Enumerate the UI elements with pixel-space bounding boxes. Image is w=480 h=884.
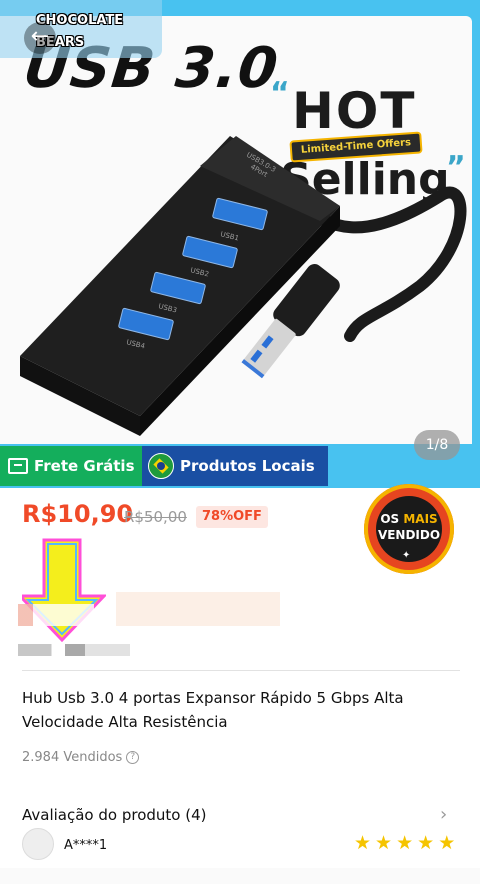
arrow-down-icon (22, 538, 106, 642)
local-products-label: Produtos Locais (180, 457, 315, 475)
star-icon: ★ (417, 832, 435, 854)
local-products-badge[interactable]: Produtos Locais (142, 446, 328, 486)
sold-count: 2.984 Vendidos ? (22, 750, 140, 765)
product-title: Hub Usb 3.0 4 portas Expansor Rápido 5 G… (22, 689, 404, 731)
reviewer-name: A****1 (64, 838, 108, 853)
info-icon[interactable]: ? (126, 751, 140, 764)
sold-label: 2.984 Vendidos (22, 750, 123, 765)
badge-text-top: OS MAIS (380, 512, 438, 526)
original-price: R$50,00 (124, 508, 187, 526)
redacted-area (18, 644, 130, 656)
usb-hub-illustration: USB1 USB2 USB3 USB4 USB3.0-3 4Port (20, 136, 467, 436)
reviews-title[interactable]: Avaliação do produto (4) (22, 806, 206, 824)
redacted-area (18, 604, 94, 626)
star-icon: ★ (438, 832, 456, 854)
service-badges: Frete Grátis Produtos Locais (0, 446, 328, 486)
back-button[interactable]: ← (24, 22, 56, 54)
current-price: R$10,90 (22, 500, 134, 528)
sparkle-icon: ✦ (402, 550, 411, 561)
redacted-area (116, 592, 280, 626)
image-counter: 1/8 (414, 430, 460, 460)
product-image[interactable]: USB 3.0 “ ” HOT Selling Limited-Time Off… (0, 16, 472, 444)
free-shipping-label: Frete Grátis (34, 457, 135, 475)
arrow-left-icon: ← (30, 24, 50, 49)
rating-stars: ★ ★ ★ ★ ★ (354, 832, 455, 854)
best-seller-badge: OS MAIS VENDIDO ✦ (360, 480, 456, 584)
product-image-carousel[interactable]: USB 3.0 “ ” HOT Selling Limited-Time Off… (0, 0, 480, 488)
avatar (22, 828, 54, 860)
discount-badge: 78%OFF (196, 506, 268, 528)
star-icon: ★ (396, 832, 414, 854)
divider (22, 670, 460, 671)
star-icon: ★ (354, 832, 372, 854)
star-icon: ★ (375, 832, 393, 854)
brand-watermark: CHOCOLATE BEARS (0, 0, 162, 58)
truck-icon (8, 458, 28, 474)
brazil-flag-icon (148, 453, 174, 479)
chevron-right-icon[interactable]: › (440, 804, 447, 825)
bottom-edge (0, 868, 480, 884)
badge-text-bottom: VENDIDO (377, 528, 441, 542)
free-shipping-badge[interactable]: Frete Grátis (0, 446, 142, 486)
